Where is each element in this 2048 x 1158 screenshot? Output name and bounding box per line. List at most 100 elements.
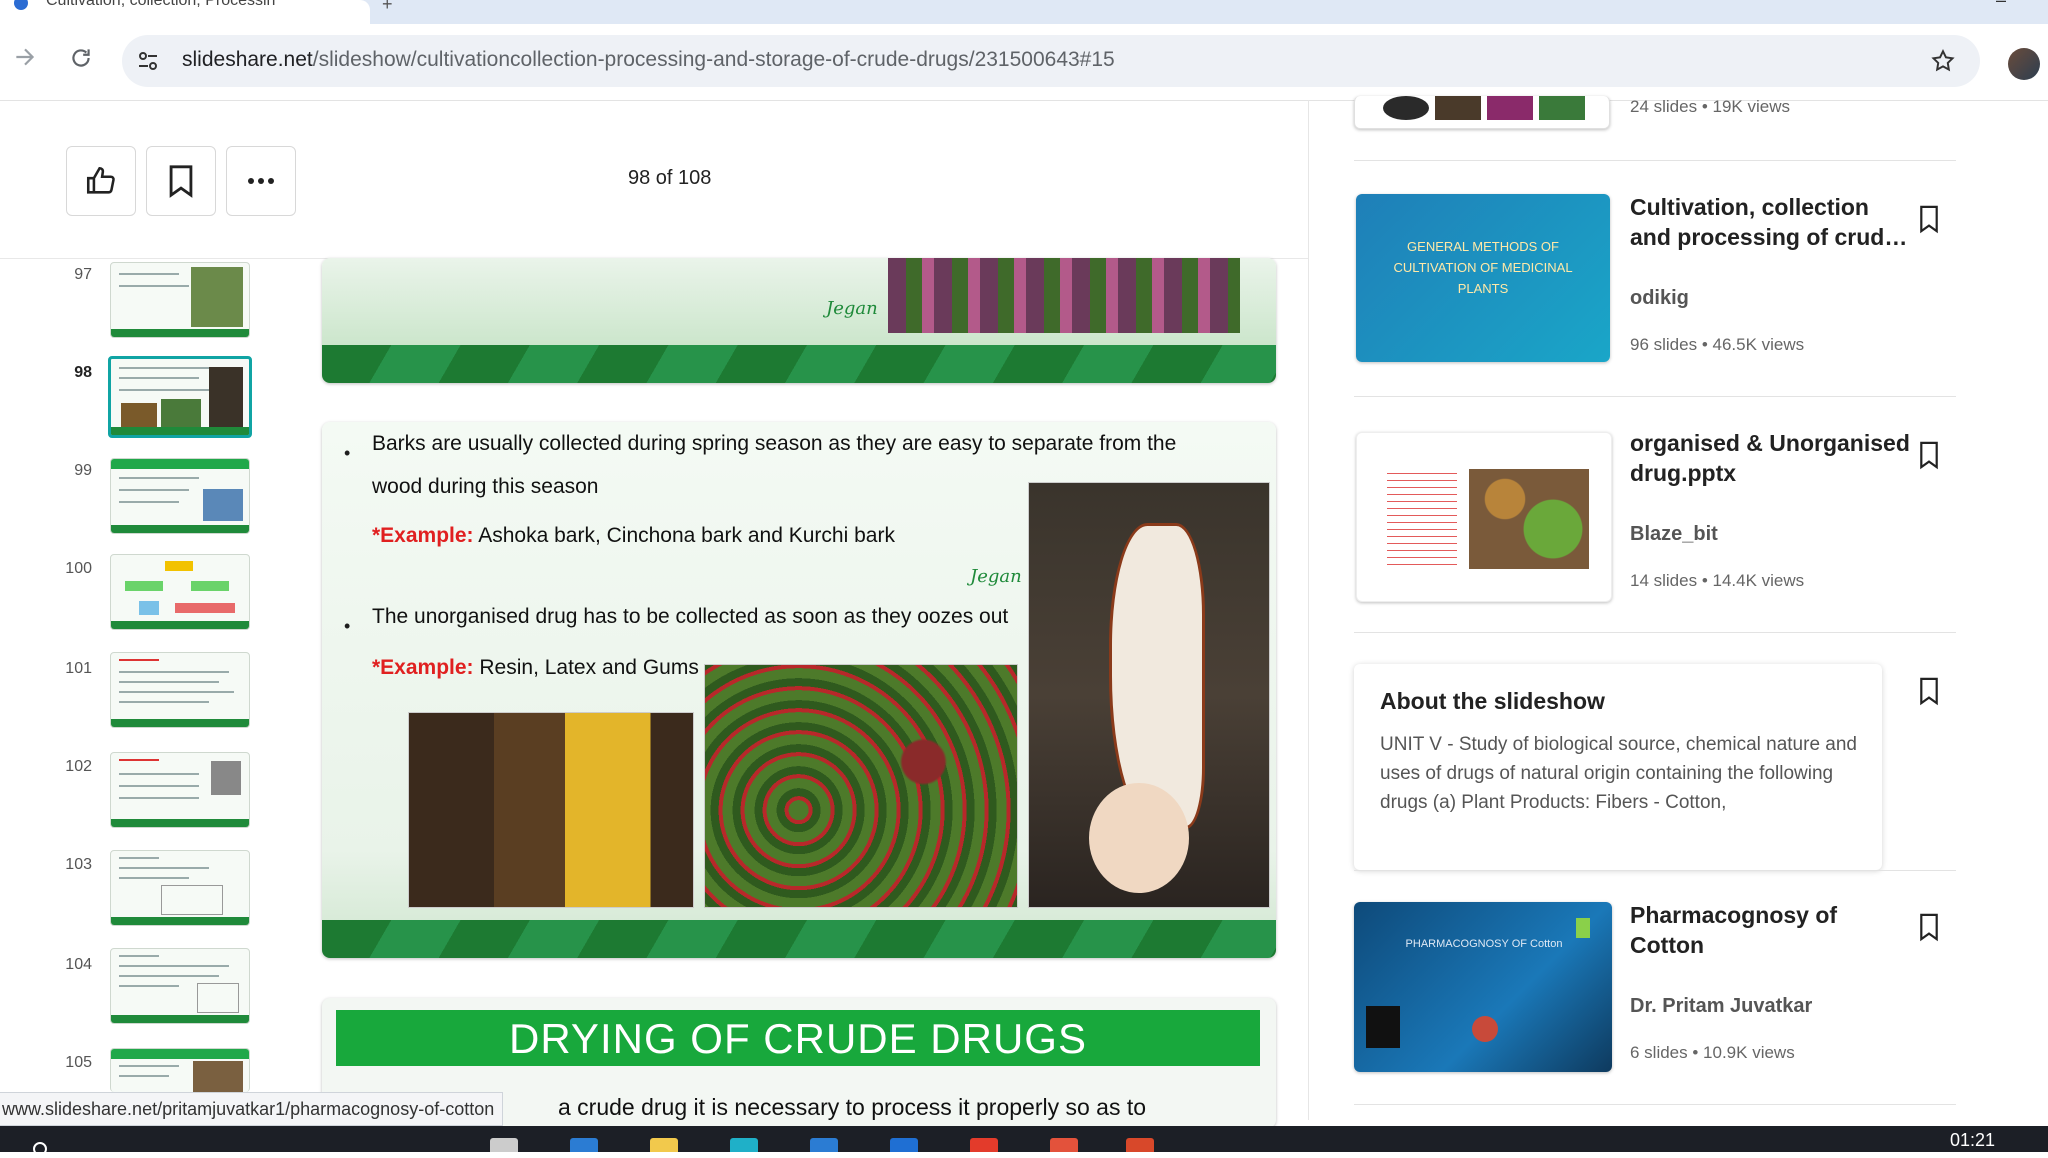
profile-avatar[interactable] bbox=[2008, 48, 2040, 80]
thumbnail-number: 100 bbox=[65, 560, 92, 577]
site-settings-icon[interactable] bbox=[136, 49, 160, 78]
more-dots-icon bbox=[248, 178, 274, 184]
edge-icon[interactable] bbox=[570, 1138, 598, 1152]
slide-signature: Jegan bbox=[826, 298, 878, 319]
bookmark-star-icon[interactable] bbox=[1930, 48, 1956, 79]
related-divider bbox=[1354, 396, 1956, 397]
window-minimize-icon[interactable]: – bbox=[1996, 0, 2006, 11]
link-preview-status: www.slideshare.net/pritamjuvatkar1/pharm… bbox=[0, 1092, 504, 1126]
new-tab-icon[interactable]: + bbox=[382, 0, 393, 15]
slide-title: DRYING OF CRUDE DRUGS bbox=[336, 1010, 1260, 1066]
about-description: UNIT V - Study of biological source, che… bbox=[1380, 734, 1857, 813]
slide-green-band bbox=[322, 345, 1276, 383]
file-explorer-icon[interactable] bbox=[650, 1138, 678, 1152]
thumbnail-slide-101[interactable] bbox=[110, 652, 250, 728]
thumbs-up-icon bbox=[86, 166, 115, 194]
thumbnail-slide-102[interactable] bbox=[110, 752, 250, 828]
related-meta-3: 6 slides • 10.9K views bbox=[1630, 1043, 1795, 1062]
related-author-3[interactable]: Dr. Pritam Juvatkar bbox=[1630, 995, 1812, 1018]
chrome-icon[interactable] bbox=[1050, 1138, 1078, 1152]
app-icon[interactable] bbox=[970, 1138, 998, 1152]
slide-98: • Barks are usually collected during spr… bbox=[322, 422, 1276, 958]
browser-tab[interactable]: Cultivation, collection, Processin bbox=[0, 0, 370, 24]
related-title-3[interactable]: Pharmacognosy of Cotton bbox=[1630, 900, 1910, 960]
bullet2-text: The unorganised drug has to be collected… bbox=[372, 605, 1009, 628]
example1-line: *Example: Ashoka bark, Cinchona bark and… bbox=[372, 514, 895, 557]
flowers-photo bbox=[888, 258, 1240, 333]
tree-bark-photo bbox=[1028, 482, 1270, 908]
thumbnail-number: 97 bbox=[74, 266, 92, 283]
slide-97-fragment: Jegan bbox=[322, 258, 1276, 383]
related-thumb-3-title: PHARMACOGNOSY OF Cotton bbox=[1405, 938, 1563, 950]
thumbnail-slide-98[interactable] bbox=[108, 356, 252, 438]
bullet-dot: • bbox=[344, 616, 351, 636]
bookmark-icon bbox=[169, 165, 193, 198]
slide-signature: Jegan bbox=[970, 566, 1022, 587]
like-button[interactable] bbox=[66, 146, 136, 216]
example2-text: Resin, Latex and Gums bbox=[473, 656, 699, 679]
os-taskbar bbox=[0, 1126, 2048, 1152]
thumbnail-slide-105[interactable] bbox=[110, 1048, 250, 1092]
thumbnail-slide-104[interactable] bbox=[110, 948, 250, 1024]
related-author-2[interactable]: Blaze_bit bbox=[1630, 523, 1718, 546]
browser-tab-title: Cultivation, collection, Processin bbox=[46, 0, 276, 9]
related-divider bbox=[1354, 632, 1956, 633]
thumbnail-number: 103 bbox=[65, 856, 92, 873]
thumbnail-slide-99[interactable] bbox=[110, 458, 250, 534]
apple-harvest-photo bbox=[704, 664, 1018, 908]
bookmark-icon[interactable] bbox=[1918, 204, 1940, 239]
thumbnail-number: 101 bbox=[65, 660, 92, 677]
bullet1-line2: wood during this season bbox=[372, 475, 599, 498]
url-text[interactable]: slideshare.net/slideshow/cultivationcoll… bbox=[182, 48, 1115, 72]
slide-body-fragment: a crude drug it is necessary to process … bbox=[558, 1094, 1147, 1120]
man-tapping-bark-photo bbox=[408, 712, 694, 908]
bullet1-line1: Barks are usually collected during sprin… bbox=[372, 432, 1177, 455]
bookmark-icon[interactable] bbox=[1918, 440, 1940, 475]
slide-pager: 98 of 108 bbox=[628, 167, 712, 189]
thumbnail-number: 105 bbox=[65, 1054, 92, 1071]
taskbar-clock[interactable]: 01:21 bbox=[1950, 1130, 1995, 1151]
bullet-dot: • bbox=[344, 443, 351, 463]
thumbnail-slide-97[interactable] bbox=[110, 262, 250, 338]
task-view-icon[interactable] bbox=[490, 1138, 518, 1152]
search-icon[interactable] bbox=[32, 1140, 50, 1158]
example-label: *Example: bbox=[372, 656, 474, 679]
example2-line: *Example: Resin, Latex and Gums bbox=[372, 646, 699, 689]
related-thumb-partial[interactable] bbox=[1354, 96, 1610, 129]
example-label: *Example: bbox=[372, 524, 474, 547]
thumbnail-number: 99 bbox=[74, 462, 92, 479]
forward-icon[interactable] bbox=[12, 44, 38, 77]
save-button[interactable] bbox=[146, 146, 216, 216]
related-meta: 24 slides • 19K views bbox=[1630, 97, 1790, 116]
thumbnail-number: 104 bbox=[65, 956, 92, 973]
related-divider bbox=[1354, 1104, 1956, 1105]
thumbnail-number: 102 bbox=[65, 758, 92, 775]
browser-app-icon[interactable] bbox=[730, 1138, 758, 1152]
powerpoint-icon[interactable] bbox=[1126, 1138, 1154, 1152]
about-title: About the slideshow bbox=[1380, 688, 1605, 714]
example1-text: Ashoka bark, Cinchona bark and Kurchi ba… bbox=[473, 524, 895, 547]
related-author-1[interactable]: odikig bbox=[1630, 287, 1689, 310]
related-meta-2: 14 slides • 14.4K views bbox=[1630, 571, 1805, 590]
related-divider bbox=[1354, 870, 1956, 871]
related-title-1[interactable]: Cultivation, collection and processing o… bbox=[1630, 192, 1910, 252]
store-icon[interactable] bbox=[890, 1138, 918, 1152]
reload-icon[interactable] bbox=[68, 45, 94, 78]
thumbnail-slide-103[interactable] bbox=[110, 850, 250, 926]
related-divider bbox=[1354, 160, 1956, 161]
related-thumb-1-title: GENERAL METHODS OF CULTIVATION OF MEDICI… bbox=[1393, 239, 1573, 296]
bookmark-icon[interactable] bbox=[1918, 676, 1940, 711]
mail-icon[interactable] bbox=[810, 1138, 838, 1152]
column-divider bbox=[1308, 100, 1309, 1120]
thumbnail-slide-100[interactable] bbox=[110, 554, 250, 630]
thumbnail-number-current: 98 bbox=[74, 364, 92, 381]
related-title-2[interactable]: organised & Unorganised drug.pptx bbox=[1630, 428, 1910, 488]
site-favicon-icon bbox=[14, 0, 28, 10]
slide-green-band bbox=[322, 920, 1276, 958]
related-thumb-1[interactable]: GENERAL METHODS OF CULTIVATION OF MEDICI… bbox=[1356, 194, 1610, 362]
related-meta-1: 96 slides • 46.5K views bbox=[1630, 335, 1805, 354]
more-options-button[interactable] bbox=[226, 146, 296, 216]
related-thumb-2[interactable] bbox=[1356, 432, 1612, 602]
bookmark-icon[interactable] bbox=[1918, 912, 1940, 947]
related-thumb-3[interactable]: PHARMACOGNOSY OF Cotton bbox=[1354, 902, 1612, 1072]
